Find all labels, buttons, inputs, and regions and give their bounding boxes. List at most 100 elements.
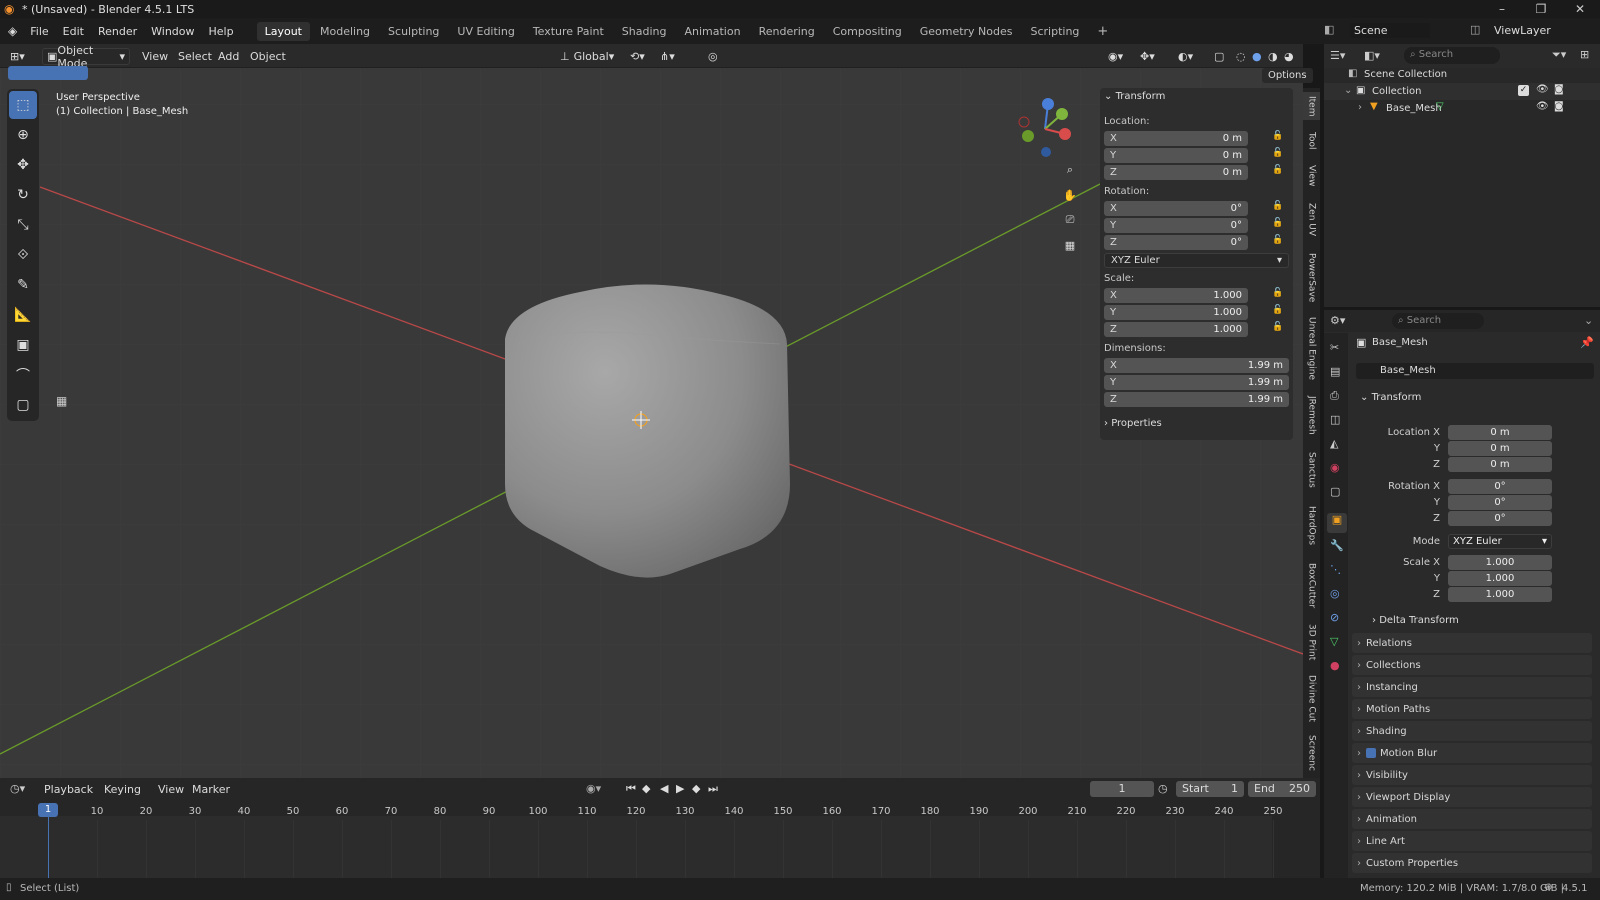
move-tool[interactable]: ✥ — [9, 151, 37, 179]
section-collections[interactable]: Collections — [1352, 655, 1592, 675]
prop-rotation-x[interactable]: 0° — [1448, 479, 1552, 494]
rotate-tool[interactable]: ↻ — [9, 181, 37, 209]
tab-boxcutter[interactable]: BoxCutter — [1303, 558, 1320, 614]
lock-icon[interactable]: 🔓 — [1272, 201, 1283, 211]
shading-wireframe-icon[interactable]: ◌ — [1236, 48, 1246, 65]
select-box-tool[interactable]: ⬚ — [9, 91, 37, 119]
tab-hardops[interactable]: HardOps — [1303, 500, 1320, 552]
location-z-field[interactable]: Z 0 m — [1104, 165, 1248, 180]
eye-icon[interactable]: 👁 — [1536, 84, 1549, 95]
current-frame-field[interactable]: 1 — [1090, 781, 1154, 797]
menu-add[interactable]: Add — [218, 48, 239, 65]
add-workspace-button[interactable]: + — [1089, 21, 1116, 42]
menu-help[interactable]: Help — [202, 25, 241, 38]
scene-icon[interactable]: ◧ — [1324, 23, 1334, 36]
tab-shading[interactable]: Shading — [614, 22, 675, 41]
location-x-field[interactable]: X 0 m — [1104, 131, 1248, 146]
start-frame-field[interactable]: Start 1 — [1176, 781, 1244, 797]
outliner-row-scene-collection[interactable]: ◧ Scene Collection — [1324, 66, 1600, 83]
camera-icon[interactable]: ⎚ — [1060, 210, 1080, 230]
view-layer-tab-icon[interactable]: ◫ — [1330, 413, 1340, 426]
menu-keying[interactable]: Keying — [104, 783, 141, 796]
checker-icon[interactable]: ▦ — [56, 394, 67, 408]
camera-icon[interactable]: ◙ — [1554, 84, 1564, 95]
record-icon[interactable]: ◉▾ — [586, 782, 601, 795]
chevron-down-icon[interactable]: ⌄ — [1584, 314, 1593, 327]
scale-y-field[interactable]: Y 1.000 — [1104, 305, 1248, 320]
viewlayer-icon[interactable]: ◫ — [1470, 23, 1480, 36]
prop-location-y[interactable]: 0 m — [1448, 441, 1552, 456]
scene-tab-icon[interactable]: ◭ — [1330, 437, 1338, 450]
next-keyframe-icon[interactable]: ◆ — [692, 782, 700, 795]
rotation-y-field[interactable]: Y 0° — [1104, 218, 1248, 233]
menu-timeline-view[interactable]: View — [158, 783, 184, 796]
editor-type-icon[interactable]: ◷▾ — [10, 782, 25, 795]
jump-start-icon[interactable]: ⏮ — [626, 782, 636, 796]
grid-view-icon[interactable]: ▦ — [1060, 235, 1080, 255]
lock-icon[interactable]: 🔓 — [1272, 235, 1283, 245]
tab-texture-paint[interactable]: Texture Paint — [525, 22, 612, 41]
play-reverse-icon[interactable]: ◀ — [660, 782, 668, 795]
minimize-button[interactable]: – — [1482, 0, 1522, 18]
close-button[interactable]: ✕ — [1560, 0, 1600, 18]
shading-rendered-icon[interactable]: ◕ — [1284, 48, 1294, 65]
lock-icon[interactable]: 🔓 — [1272, 288, 1283, 298]
prop-location-z[interactable]: 0 m — [1448, 457, 1552, 472]
prop-rotation-y[interactable]: 0° — [1448, 495, 1552, 510]
tab-sculpting[interactable]: Sculpting — [380, 22, 447, 41]
tab-tool[interactable]: Tool — [1303, 126, 1320, 156]
proportional-edit-icon[interactable]: ◎ — [708, 48, 718, 65]
tab-zen-uv[interactable]: Zen UV — [1303, 198, 1320, 242]
menu-playback[interactable]: Playback — [44, 783, 93, 796]
world-tab-icon[interactable]: ◉ — [1330, 461, 1340, 474]
properties-header[interactable]: › Properties — [1104, 418, 1162, 429]
transform-section-header[interactable]: ⌄ Transform — [1360, 392, 1421, 403]
material-tab-icon[interactable]: ● — [1330, 659, 1340, 672]
outliner-row-collection[interactable]: ⌄ ▣ Collection ✓ 👁 ◙ — [1324, 83, 1600, 100]
tab-view[interactable]: View — [1303, 160, 1320, 192]
select-mode-buttons[interactable] — [8, 66, 88, 80]
shading-solid-icon[interactable]: ● — [1252, 48, 1262, 65]
xray-icon[interactable]: ▢ — [1214, 48, 1224, 65]
filter-icon[interactable]: ⏷▾ — [1552, 48, 1566, 62]
motion-blur-checkbox[interactable] — [1366, 748, 1376, 758]
tab-scripting[interactable]: Scripting — [1023, 22, 1088, 41]
tool-tab-icon[interactable]: ✂ — [1330, 341, 1339, 354]
prev-keyframe-icon[interactable]: ◆ — [642, 782, 650, 795]
pin-icon[interactable]: 📌 — [1580, 336, 1594, 349]
filter-view-icon[interactable]: ◧▾ — [1364, 49, 1380, 62]
editor-type-icon[interactable]: ⊞▾ — [10, 48, 25, 65]
cursor-tool[interactable]: ⊕ — [9, 121, 37, 149]
scale-z-field[interactable]: Z 1.000 — [1104, 322, 1248, 337]
blender-menu-icon[interactable]: ◈ — [8, 24, 17, 38]
section-visibility[interactable]: Visibility — [1352, 765, 1592, 785]
tab-geometry-nodes[interactable]: Geometry Nodes — [912, 22, 1021, 41]
lock-icon[interactable]: 🔓 — [1272, 218, 1283, 228]
transform-orientation-selector[interactable]: ⊥ Global ▾ — [560, 48, 614, 65]
lock-icon[interactable]: 🔓 — [1272, 305, 1283, 315]
play-icon[interactable]: ▶ — [676, 782, 684, 795]
curve-tool[interactable]: ⌒ — [9, 361, 37, 389]
end-frame-field[interactable]: End 250 — [1248, 781, 1316, 797]
editor-type-icon[interactable]: ⚙▾ — [1330, 314, 1345, 327]
menu-marker[interactable]: Marker — [192, 783, 230, 796]
preview-range-icon[interactable]: ◷ — [1158, 782, 1168, 795]
transform-header[interactable]: ⌄ Transform — [1104, 91, 1165, 102]
include-checkbox[interactable]: ✓ — [1518, 85, 1529, 96]
constraints-tab-icon[interactable]: ⊘ — [1330, 611, 1339, 624]
modifier-tab-icon[interactable]: 🔧 — [1330, 539, 1344, 552]
expand-chevron-icon[interactable]: › — [1358, 102, 1362, 113]
collection-tab-icon[interactable]: ▢ — [1330, 485, 1340, 498]
delta-transform-header[interactable]: › Delta Transform — [1372, 615, 1459, 626]
tab-uv-editing[interactable]: UV Editing — [449, 22, 522, 41]
prop-location-x[interactable]: 0 m — [1448, 425, 1552, 440]
outliner-search-input[interactable]: ⌕ Search — [1404, 47, 1500, 64]
outliner-row-base-mesh[interactable]: › ▼ Base_Mesh ▽ 👁 ◙ — [1324, 100, 1600, 117]
tab-item[interactable]: Item — [1303, 92, 1320, 120]
tab-screencast[interactable]: Screenc — [1303, 732, 1320, 774]
measure-tool[interactable]: 📐 — [9, 301, 37, 329]
output-tab-icon[interactable]: ⎙ — [1330, 389, 1339, 403]
prop-rotation-z[interactable]: 0° — [1448, 511, 1552, 526]
gizmo-toggle-icon[interactable]: ✥▾ — [1140, 48, 1155, 65]
image-tool[interactable]: ▢ — [9, 391, 37, 419]
